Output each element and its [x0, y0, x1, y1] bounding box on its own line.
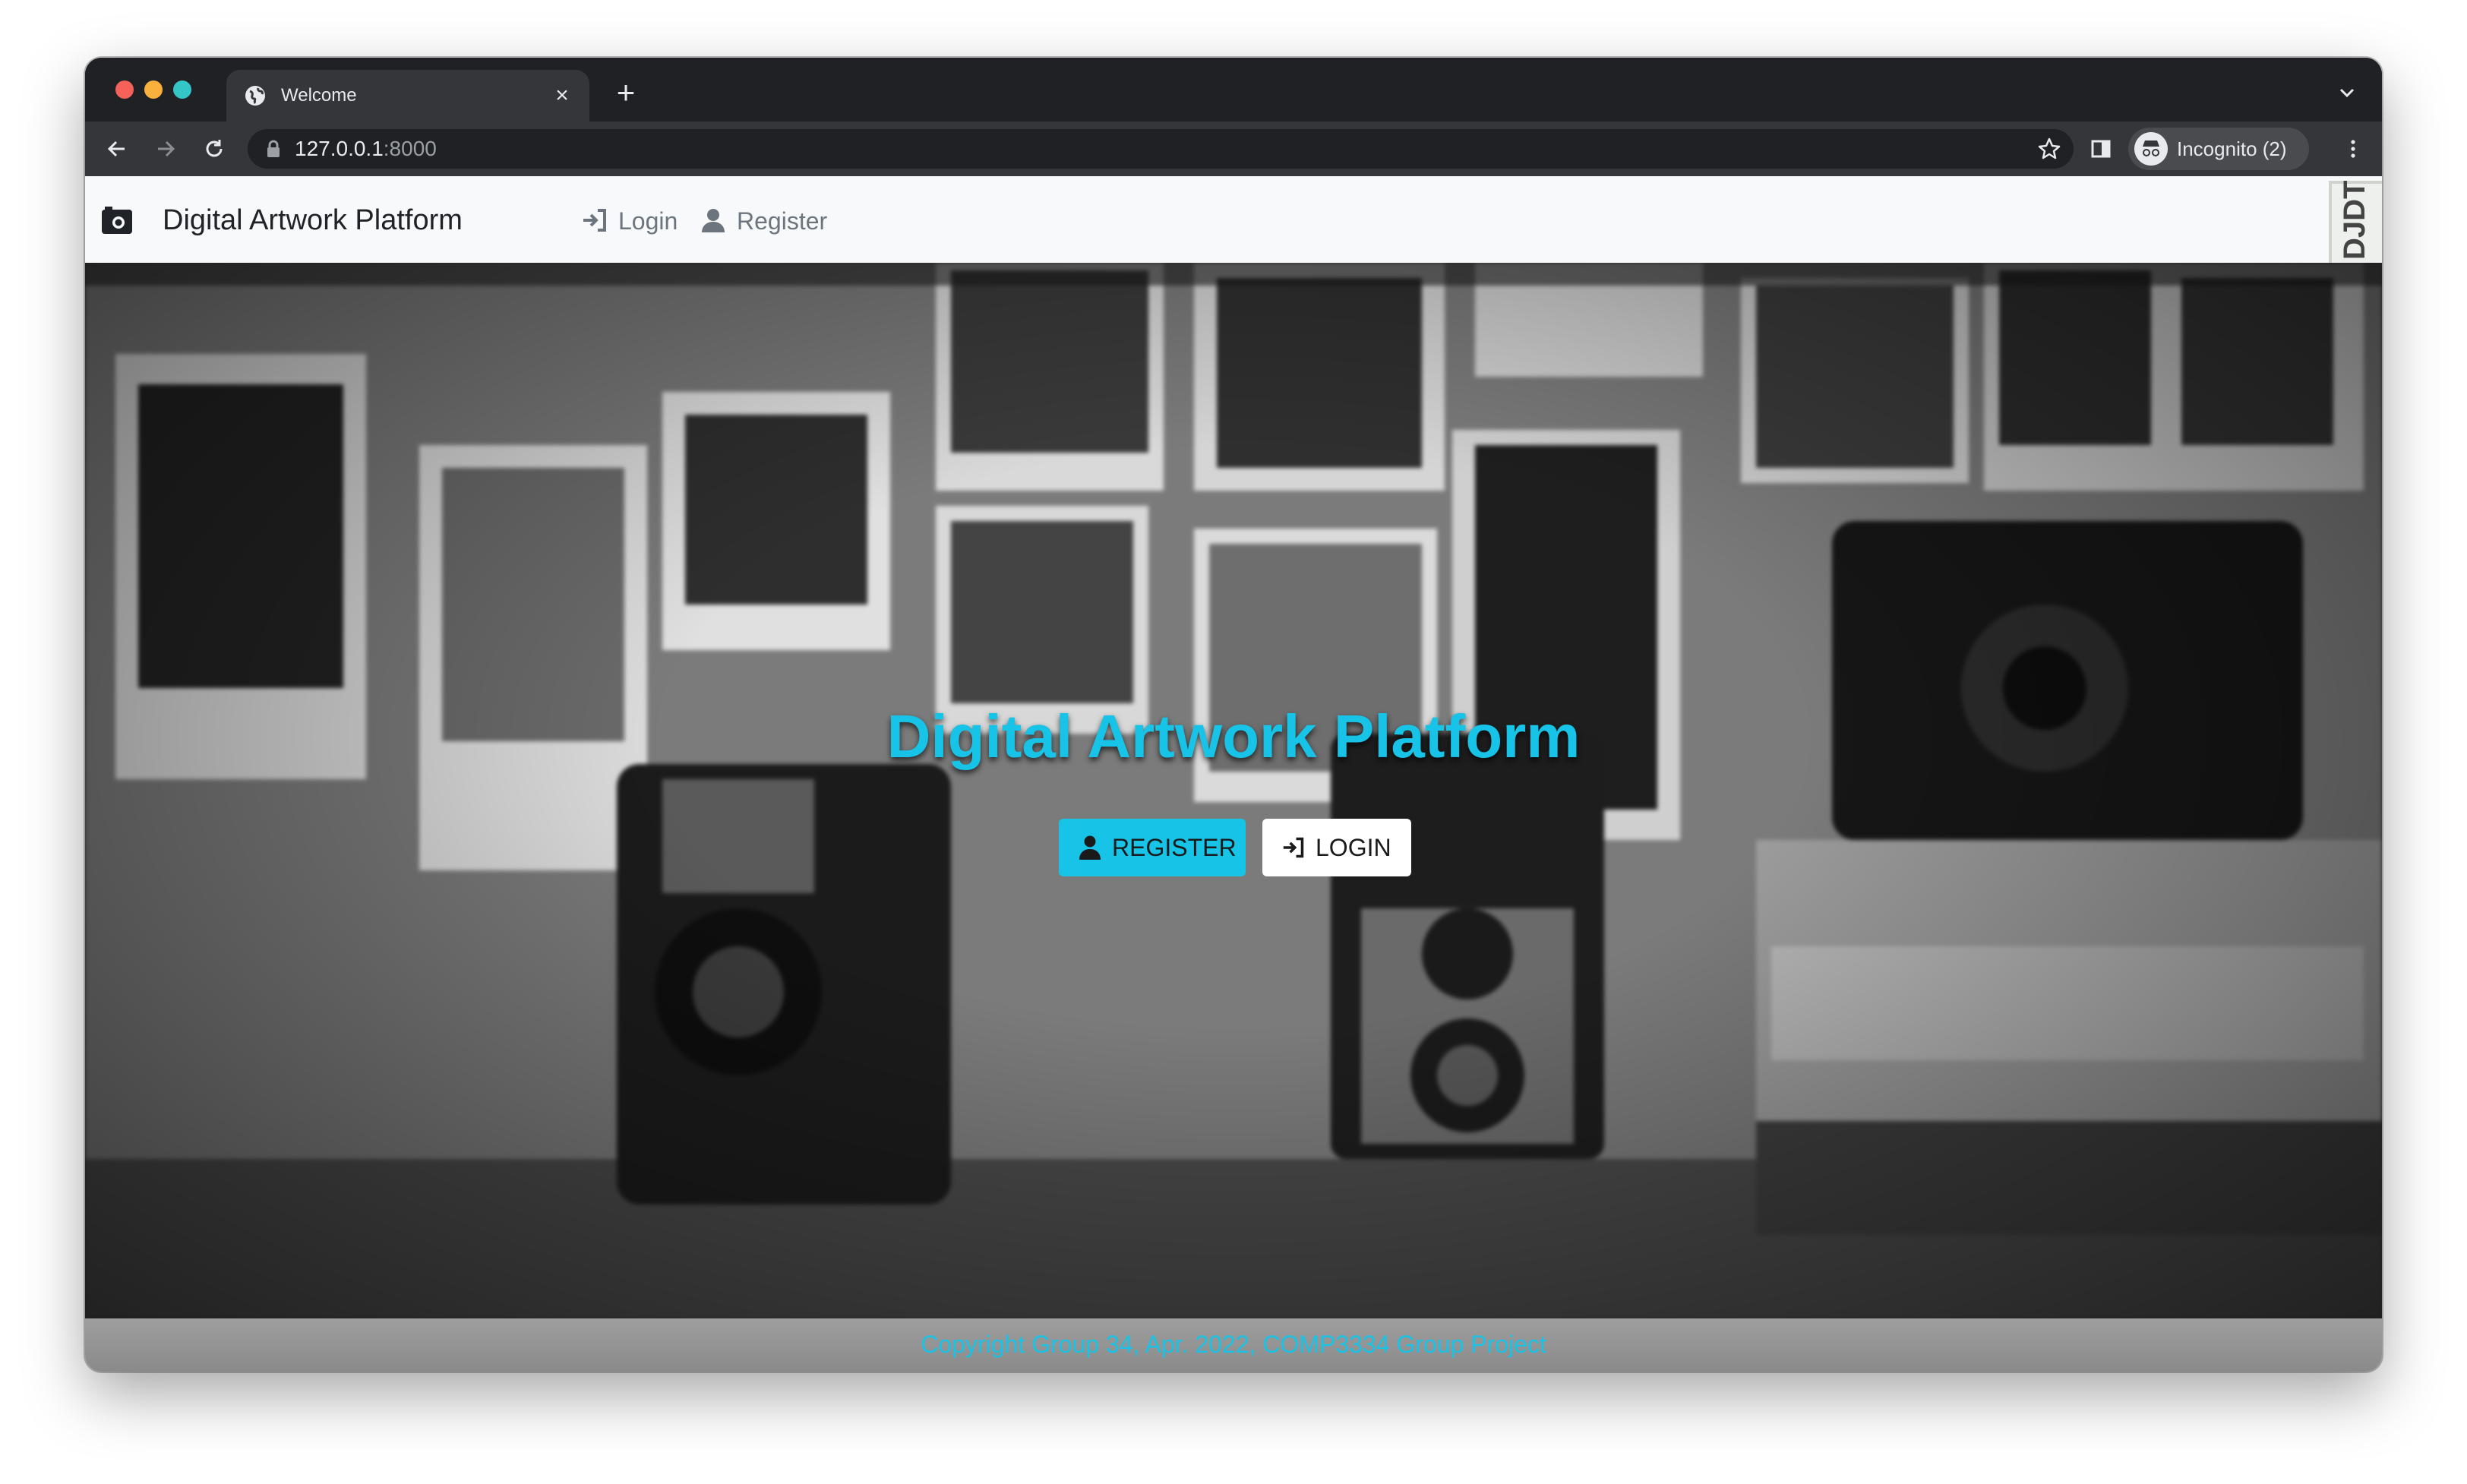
nav-login-label: Login [618, 207, 678, 235]
hero-login-label: LOGIN [1316, 834, 1391, 861]
hero-title: Digital Artwork Platform [886, 703, 1581, 770]
bookmark-star-icon[interactable] [2036, 135, 2063, 163]
new-tab-button[interactable]: + [609, 76, 643, 109]
minimize-window-dot[interactable] [144, 81, 163, 99]
forward-arrow-icon[interactable] [150, 134, 181, 164]
close-tab-icon[interactable]: × [548, 82, 576, 109]
incognito-profile-button[interactable]: Incognito (2) [2128, 128, 2309, 170]
tab-title: Welcome [281, 85, 357, 106]
browser-toolbar: 127.0.0.1:8000 Incognito (2) [85, 122, 2382, 176]
page-viewport: Digital Artwork Platform Login Register … [85, 176, 2382, 1372]
incognito-icon [2134, 132, 2168, 166]
back-arrow-icon[interactable] [102, 134, 132, 164]
url-host: 127.0.0.1 [295, 137, 384, 160]
kebab-menu-icon[interactable] [2338, 134, 2368, 164]
url-port: :8000 [383, 137, 437, 160]
globe-icon [245, 86, 265, 106]
user-icon [1079, 835, 1101, 860]
tab-welcome[interactable]: Welcome × [226, 70, 589, 122]
address-bar[interactable]: 127.0.0.1:8000 [248, 129, 2074, 169]
footer-copyright: Copyright Group 34, Apr. 2022, COMP3334 … [921, 1331, 1546, 1358]
hero-vignette [85, 263, 2382, 1318]
hero-section: Digital Artwork Platform REGISTER LOGIN [85, 263, 2382, 1318]
incognito-label: Incognito (2) [2177, 137, 2287, 160]
djdt-label: DJDT [2338, 180, 2371, 260]
chevron-down-icon[interactable] [2332, 77, 2362, 108]
lock-icon [267, 140, 280, 157]
maximize-window-dot[interactable] [173, 81, 191, 99]
tab-strip: Welcome × + [85, 58, 2382, 122]
site-footer: Copyright Group 34, Apr. 2022, COMP3334 … [85, 1318, 2382, 1372]
reload-icon[interactable] [199, 134, 229, 164]
hero-login-button[interactable]: LOGIN [1262, 819, 1411, 876]
nav-register-label: Register [737, 207, 828, 235]
hero-register-button[interactable]: REGISTER [1059, 819, 1246, 876]
brand-title: Digital Artwork Platform [163, 204, 463, 236]
site-navbar: Digital Artwork Platform Login Register … [85, 176, 2382, 286]
user-icon [702, 209, 725, 232]
sign-in-icon [1283, 837, 1304, 858]
close-window-dot[interactable] [115, 81, 134, 99]
hero-register-label: REGISTER [1112, 834, 1237, 861]
camera-retro-icon [102, 207, 132, 234]
url-text: 127.0.0.1:8000 [295, 137, 437, 161]
browser-window: Welcome × + 127.0.0.1:8000 Incognito (2)… [85, 58, 2382, 1372]
side-panel-icon[interactable] [2086, 134, 2116, 164]
sign-in-icon [583, 209, 606, 232]
